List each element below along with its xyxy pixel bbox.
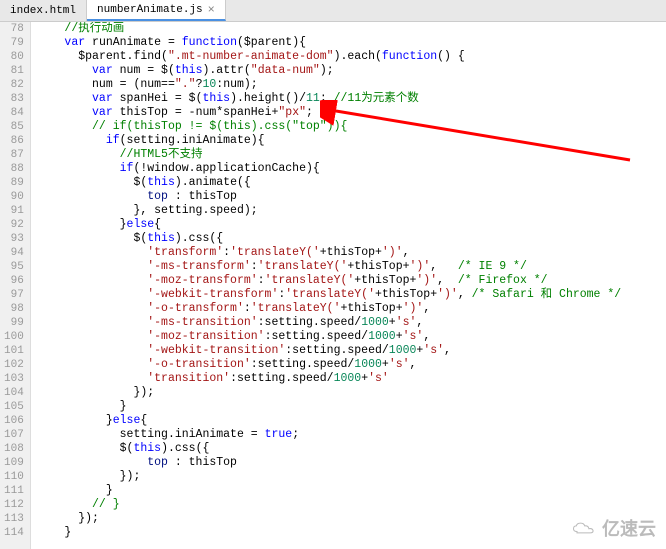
code-line: 'transform':'translateY('+thisTop+')', [37,246,666,260]
tab-label: index.html [10,5,76,17]
code-line: if(setting.iniAnimate){ [37,134,666,148]
line-number: 84 [4,106,24,120]
line-number: 94 [4,246,24,260]
line-number: 97 [4,288,24,302]
line-number: 82 [4,78,24,92]
code-line: num = (num=="."?10:num); [37,78,666,92]
code-line: top : thisTop [37,190,666,204]
line-number: 80 [4,50,24,64]
line-number: 113 [4,512,24,526]
line-number: 99 [4,316,24,330]
code-line: var runAnimate = function($parent){ [37,36,666,50]
line-number: 101 [4,344,24,358]
code-line: $(this).css({ [37,442,666,456]
code-line: setting.iniAnimate = true; [37,428,666,442]
line-number: 110 [4,470,24,484]
line-number: 98 [4,302,24,316]
code-line: '-webkit-transform':'translateY('+thisTo… [37,288,666,302]
line-number: 90 [4,190,24,204]
code-line: } [37,484,666,498]
line-number: 102 [4,358,24,372]
line-number: 107 [4,428,24,442]
code-line: '-o-transition':setting.speed/1000+'s', [37,358,666,372]
tab-label: numberAnimate.js [97,4,203,16]
line-number: 89 [4,176,24,190]
code-line: }); [37,386,666,400]
code-line: $(this).animate({ [37,176,666,190]
line-number: 78 [4,22,24,36]
code-line: }else{ [37,414,666,428]
line-number: 114 [4,526,24,540]
line-number: 88 [4,162,24,176]
code-line: }); [37,470,666,484]
code-line: '-moz-transition':setting.speed/1000+'s'… [37,330,666,344]
code-editor[interactable]: 7879808182838485868788899091929394959697… [0,22,666,549]
line-number: 81 [4,64,24,78]
line-number: 103 [4,372,24,386]
code-line: var thisTop = -num*spanHei+"px"; [37,106,666,120]
close-icon[interactable]: × [208,3,215,17]
code-line: //执行动画 [37,22,666,36]
watermark: 亿速云 [570,515,656,541]
code-line: // } [37,498,666,512]
line-number: 87 [4,148,24,162]
line-gutter: 7879808182838485868788899091929394959697… [0,22,31,549]
code-line: $(this).css({ [37,232,666,246]
code-line: '-moz-transform':'translateY('+thisTop+'… [37,274,666,288]
line-number: 100 [4,330,24,344]
tab-bar: index.html numberAnimate.js × [0,0,666,22]
code-line: var spanHei = $(this).height()/11; //11为… [37,92,666,106]
code-line: }else{ [37,218,666,232]
line-number: 93 [4,232,24,246]
line-number: 104 [4,386,24,400]
line-number: 108 [4,442,24,456]
line-number: 79 [4,36,24,50]
code-area[interactable]: //执行动画 var runAnimate = function($parent… [31,22,666,549]
line-number: 96 [4,274,24,288]
line-number: 86 [4,134,24,148]
code-line: } [37,400,666,414]
cloud-icon [570,520,598,536]
line-number: 91 [4,204,24,218]
code-line: if(!window.applicationCache){ [37,162,666,176]
code-line: var num = $(this).attr("data-num"); [37,64,666,78]
tab-index-html[interactable]: index.html [0,0,87,21]
code-line: '-webkit-transition':setting.speed/1000+… [37,344,666,358]
code-line: '-ms-transform':'translateY('+thisTop+')… [37,260,666,274]
line-number: 112 [4,498,24,512]
code-line: '-o-transform':'translateY('+thisTop+')'… [37,302,666,316]
line-number: 83 [4,92,24,106]
line-number: 109 [4,456,24,470]
line-number: 111 [4,484,24,498]
code-line: // if(thisTop != $(this).css("top")){ [37,120,666,134]
line-number: 106 [4,414,24,428]
line-number: 95 [4,260,24,274]
code-line: 'transition':setting.speed/1000+'s' [37,372,666,386]
line-number: 92 [4,218,24,232]
tab-number-animate-js[interactable]: numberAnimate.js × [87,0,226,21]
line-number: 85 [4,120,24,134]
watermark-text: 亿速云 [602,515,656,541]
line-number: 105 [4,400,24,414]
code-line: $parent.find(".mt-number-animate-dom").e… [37,50,666,64]
code-line: '-ms-transition':setting.speed/1000+'s', [37,316,666,330]
code-line: }, setting.speed); [37,204,666,218]
code-line: top : thisTop [37,456,666,470]
code-line: //HTML5不支持 [37,148,666,162]
